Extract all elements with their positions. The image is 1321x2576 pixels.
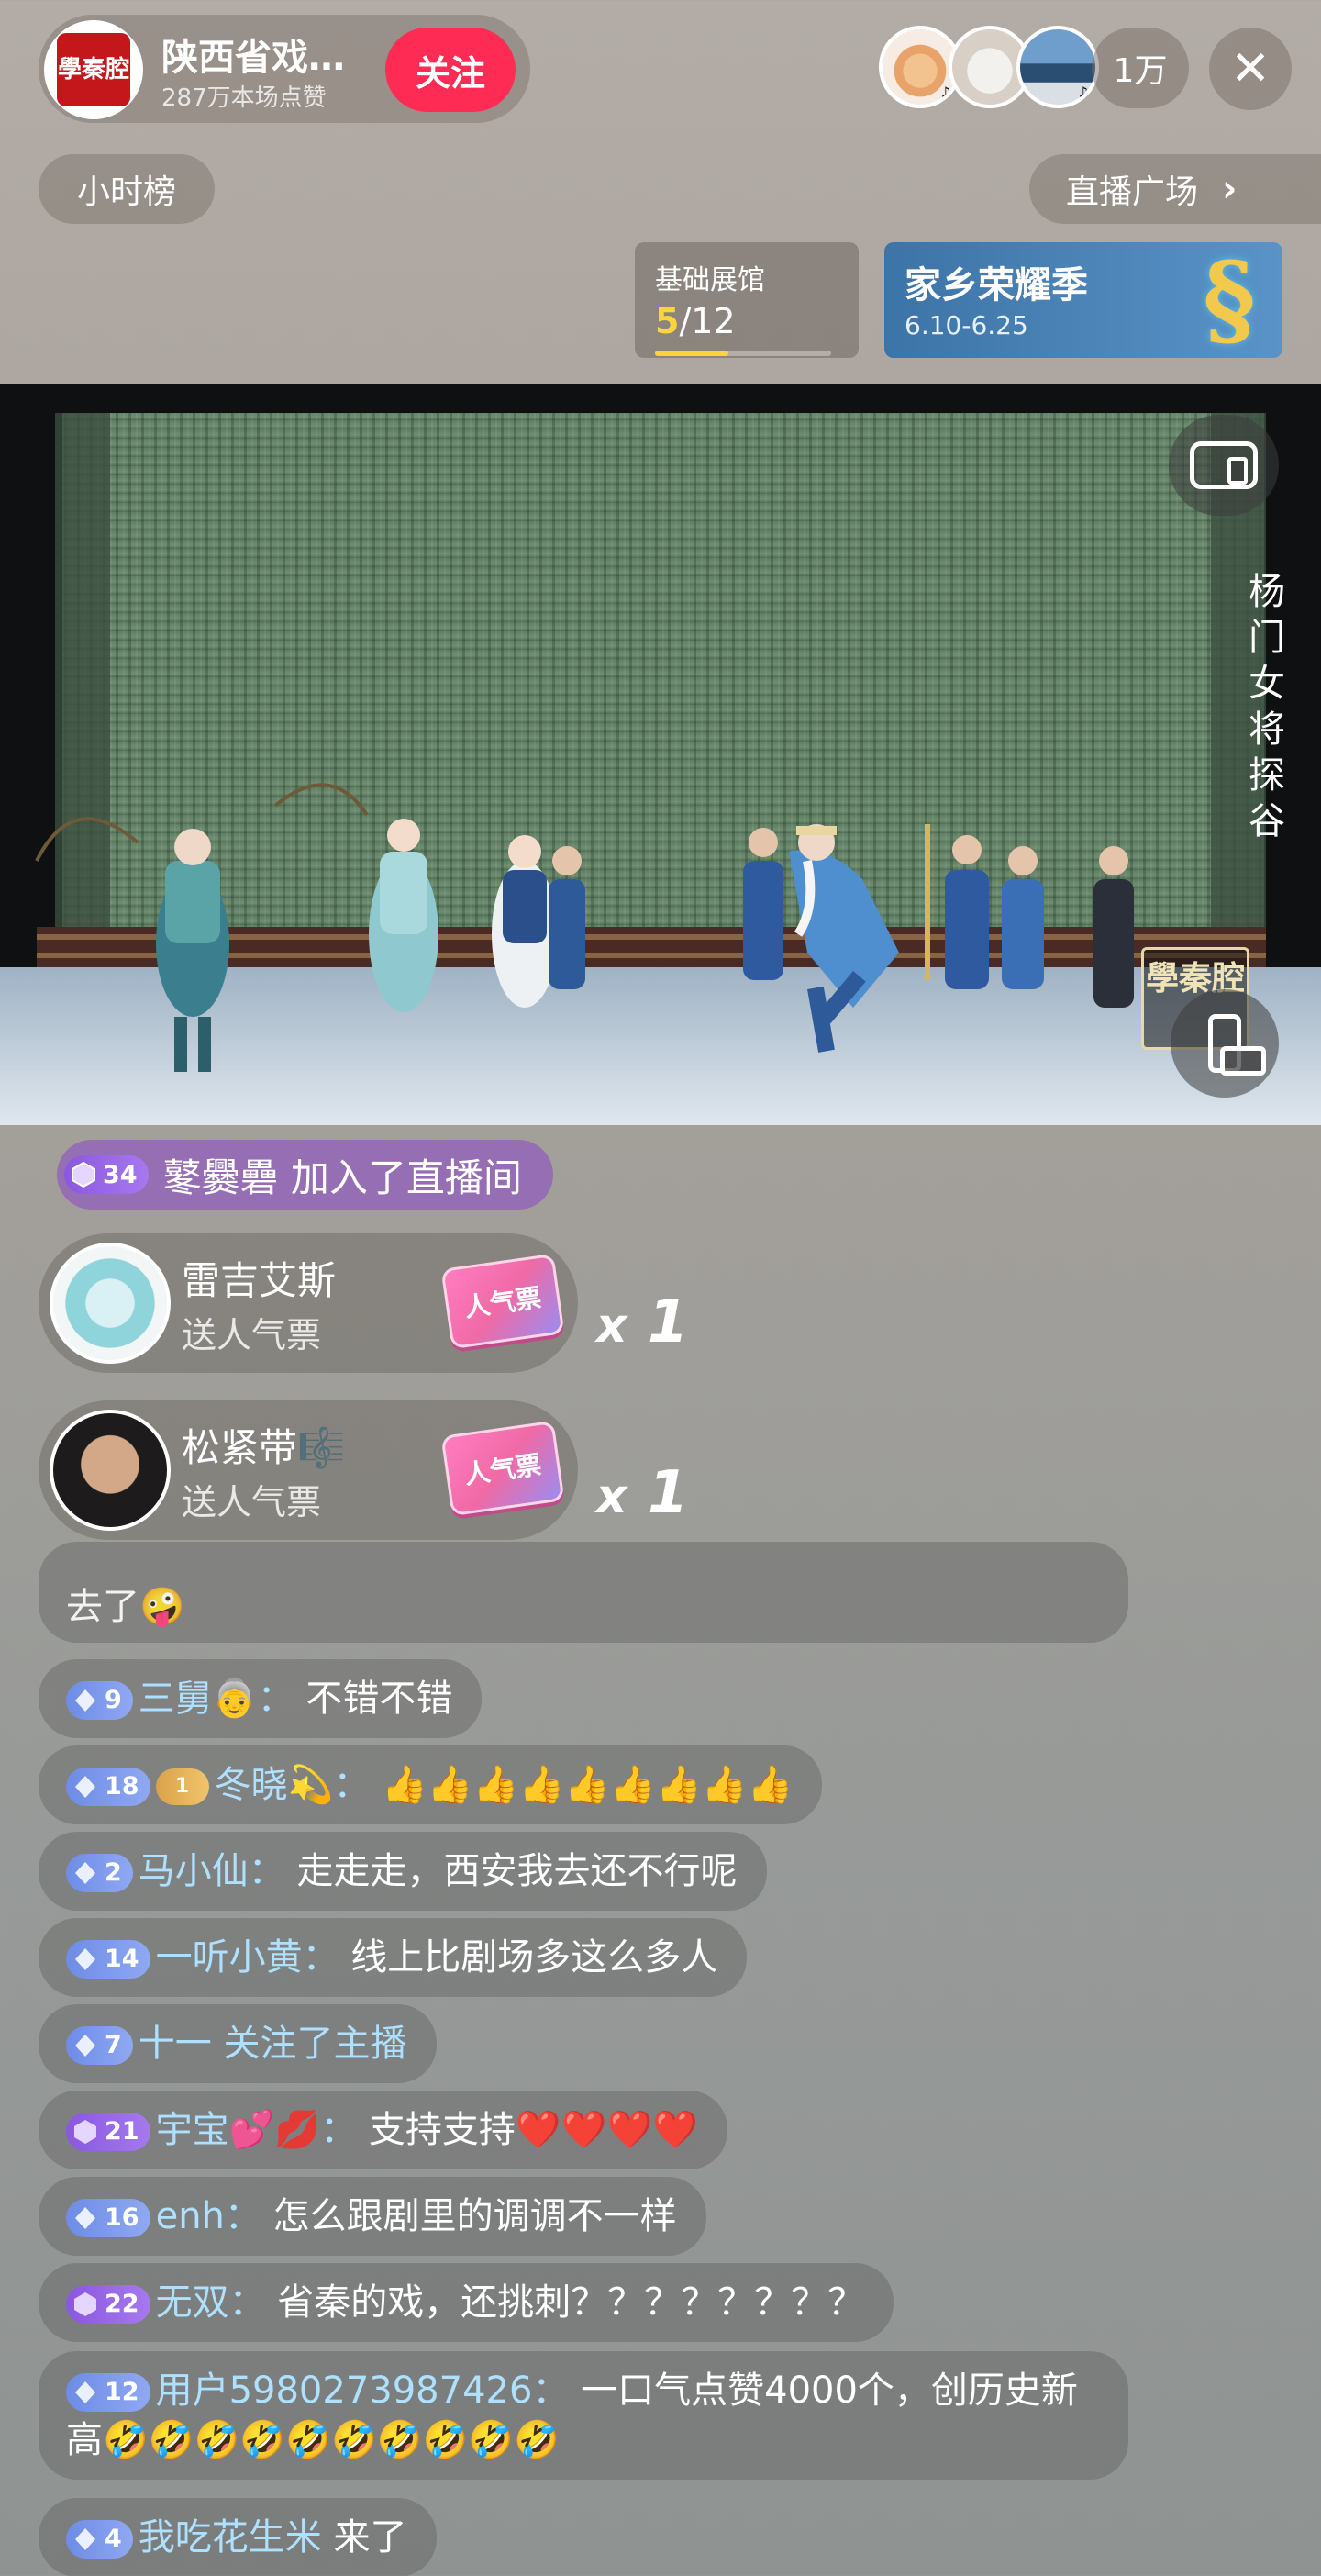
hall-progress-current: 5	[655, 301, 680, 341]
level-badge: 34	[64, 1155, 149, 1194]
chat-username[interactable]: enh	[156, 2195, 225, 2237]
gift-sender-avatar[interactable]	[50, 1243, 171, 1364]
host-avatar[interactable]: 學秦腔	[44, 20, 143, 119]
hall-title: 基础展馆	[655, 264, 765, 296]
screen-mode-button[interactable]	[1169, 415, 1279, 516]
hall-progress: 5/12	[655, 301, 736, 341]
join-notification: 34 鼕爨礨 加入了直播间	[57, 1140, 553, 1210]
chat-message[interactable]: 22 无双： 省秦的戏，还挑刺？？？？？？？？	[39, 2263, 894, 2342]
event-title: 家乡荣耀季	[905, 264, 1088, 307]
join-notice-text: 来了	[321, 2516, 407, 2559]
diamond-icon	[74, 2292, 96, 2316]
chat-text: 怎么跟剧里的调调不一样	[272, 2195, 677, 2237]
chat-username[interactable]: 冬晓💫	[215, 1764, 334, 1806]
popularity-ticket-icon: 人气票	[440, 1253, 565, 1350]
level-badge: 18	[66, 1768, 150, 1806]
diamond-icon	[72, 1161, 95, 1188]
hour-rank-button[interactable]: 小时榜	[39, 154, 215, 224]
chat-username[interactable]: 用户5980273987426	[156, 2370, 533, 2412]
viewer-count-button[interactable]: 1万	[1092, 28, 1189, 108]
chat-text: 去了🤪	[66, 1586, 185, 1628]
popularity-ticket-icon: 人气票	[440, 1420, 565, 1517]
diamond-icon	[75, 2035, 95, 2057]
chat-text: 省秦的戏，还挑刺？？？？？？？？	[277, 2281, 865, 2324]
tiktok-icon: ♪	[940, 84, 950, 101]
level-badge: 9	[66, 1681, 133, 1720]
chat-username[interactable]: 一听小黄	[156, 1936, 303, 1979]
host-name[interactable]: 陕西省戏…	[161, 28, 372, 81]
gift-count: x 1	[596, 1459, 689, 1527]
event-emblem-icon: §	[1203, 240, 1256, 358]
chat-username[interactable]: 十一	[139, 2023, 212, 2065]
gift-sender-name: 松紧带🎼	[182, 1425, 346, 1470]
gift-sender-avatar[interactable]	[50, 1410, 171, 1531]
level-badge: 12	[66, 2373, 150, 2412]
chat-message[interactable]: 2 马小仙： 走走走，西安我去还不行呢	[39, 1832, 767, 1911]
chat-message[interactable]: 9 三舅👵： 不错不错	[39, 1659, 483, 1738]
close-icon: ✕	[1230, 41, 1271, 96]
stage-scene	[0, 384, 1321, 1125]
chat-text: 不错不错	[305, 1678, 453, 1720]
hall-progress-fill	[655, 351, 728, 356]
diamond-icon	[75, 2381, 95, 2403]
chat-message-partial[interactable]: 去了🤪	[39, 1542, 1128, 1643]
event-date: 6.10-6.25	[905, 310, 1028, 340]
close-button[interactable]: ✕	[1209, 28, 1292, 110]
diamond-icon	[75, 2207, 95, 2229]
chat-text: 走走走，西安我去还不行呢	[296, 1850, 738, 1892]
rotate-screen-button[interactable]	[1171, 989, 1279, 1098]
rotate-screen-icon	[1208, 1014, 1266, 1076]
level-badge: 2	[66, 1854, 133, 1892]
chat-message[interactable]: 18 1 冬晓💫： 👍👍👍👍👍👍👍👍👍	[39, 1745, 823, 1824]
diamond-icon	[75, 1689, 95, 1712]
viewer-avatar-3[interactable]: ♪	[1016, 26, 1099, 108]
chat-message[interactable]: 12 用户5980273987426： 一口气点赞4000个，创历史新高🤣🤣🤣🤣🤣…	[39, 2351, 1128, 2480]
chat-message[interactable]: 16 enh： 怎么跟剧里的调调不一样	[39, 2177, 706, 2256]
level-badge: 4	[66, 2520, 133, 2559]
level-badge: 16	[66, 2199, 150, 2237]
follow-button[interactable]: 关注	[385, 28, 516, 112]
hall-progress-total: /12	[679, 301, 736, 341]
chat-follow-notice[interactable]: 7 十一 关注了主播	[39, 2004, 437, 2083]
gift-action-text: 送人气票	[182, 1315, 322, 1355]
chevron-right-icon: ›	[1222, 168, 1238, 210]
host-like-count: 287万本场点赞	[161, 84, 327, 112]
chat-username[interactable]: 马小仙	[139, 1850, 249, 1892]
chat-message[interactable]: 14 一听小黄： 线上比剧场多这么多人	[39, 1918, 748, 1997]
host-logo: 學秦腔	[57, 33, 130, 106]
fan-club-badge: 1	[155, 1768, 209, 1805]
hall-progress-bar	[655, 351, 831, 356]
level-badge: 22	[66, 2285, 150, 2324]
show-caption: 杨门女将 探谷	[1249, 571, 1285, 842]
gift-action-text: 送人气票	[182, 1482, 322, 1522]
follow-notice-text: 关注了主播	[211, 2023, 407, 2065]
chat-username[interactable]: 无双	[156, 2281, 229, 2324]
live-plaza-label: 直播广场	[1066, 173, 1199, 211]
level-badge: 21	[66, 2113, 150, 2151]
chat-username[interactable]: 宇宝💕💋	[156, 2109, 321, 2151]
live-video[interactable]	[0, 384, 1321, 1125]
diamond-icon	[75, 1948, 95, 1970]
level-number: 34	[103, 1160, 138, 1189]
tiktok-icon: ♪	[1078, 84, 1088, 101]
screen-mode-icon	[1190, 441, 1258, 489]
gift-sender-name: 雷吉艾斯	[182, 1258, 337, 1303]
join-text: 鼕爨礨 加入了直播间	[162, 1154, 522, 1200]
diamond-icon	[74, 2120, 96, 2144]
live-plaza-button[interactable]: 直播广场 ›	[1029, 154, 1321, 224]
diamond-icon	[75, 1862, 95, 1884]
chat-username[interactable]: 我吃花生米	[139, 2516, 322, 2559]
chat-join-notice[interactable]: 4 我吃花生米 来了	[39, 2498, 437, 2576]
level-badge: 7	[66, 2026, 133, 2065]
gift-count: x 1	[596, 1288, 689, 1356]
chat-text: 支持支持❤️❤️❤️❤️	[368, 2109, 699, 2151]
diamond-icon	[75, 2528, 95, 2550]
diamond-icon	[75, 1776, 95, 1798]
chat-text: 👍👍👍👍👍👍👍👍👍	[382, 1764, 794, 1806]
level-badge: 14	[66, 1940, 150, 1979]
chat-username[interactable]: 三舅👵	[139, 1678, 258, 1720]
chat-message[interactable]: 21 宇宝💕💋： 支持支持❤️❤️❤️❤️	[39, 2091, 728, 2169]
chat-text: 线上比剧场多这么多人	[350, 1936, 718, 1979]
